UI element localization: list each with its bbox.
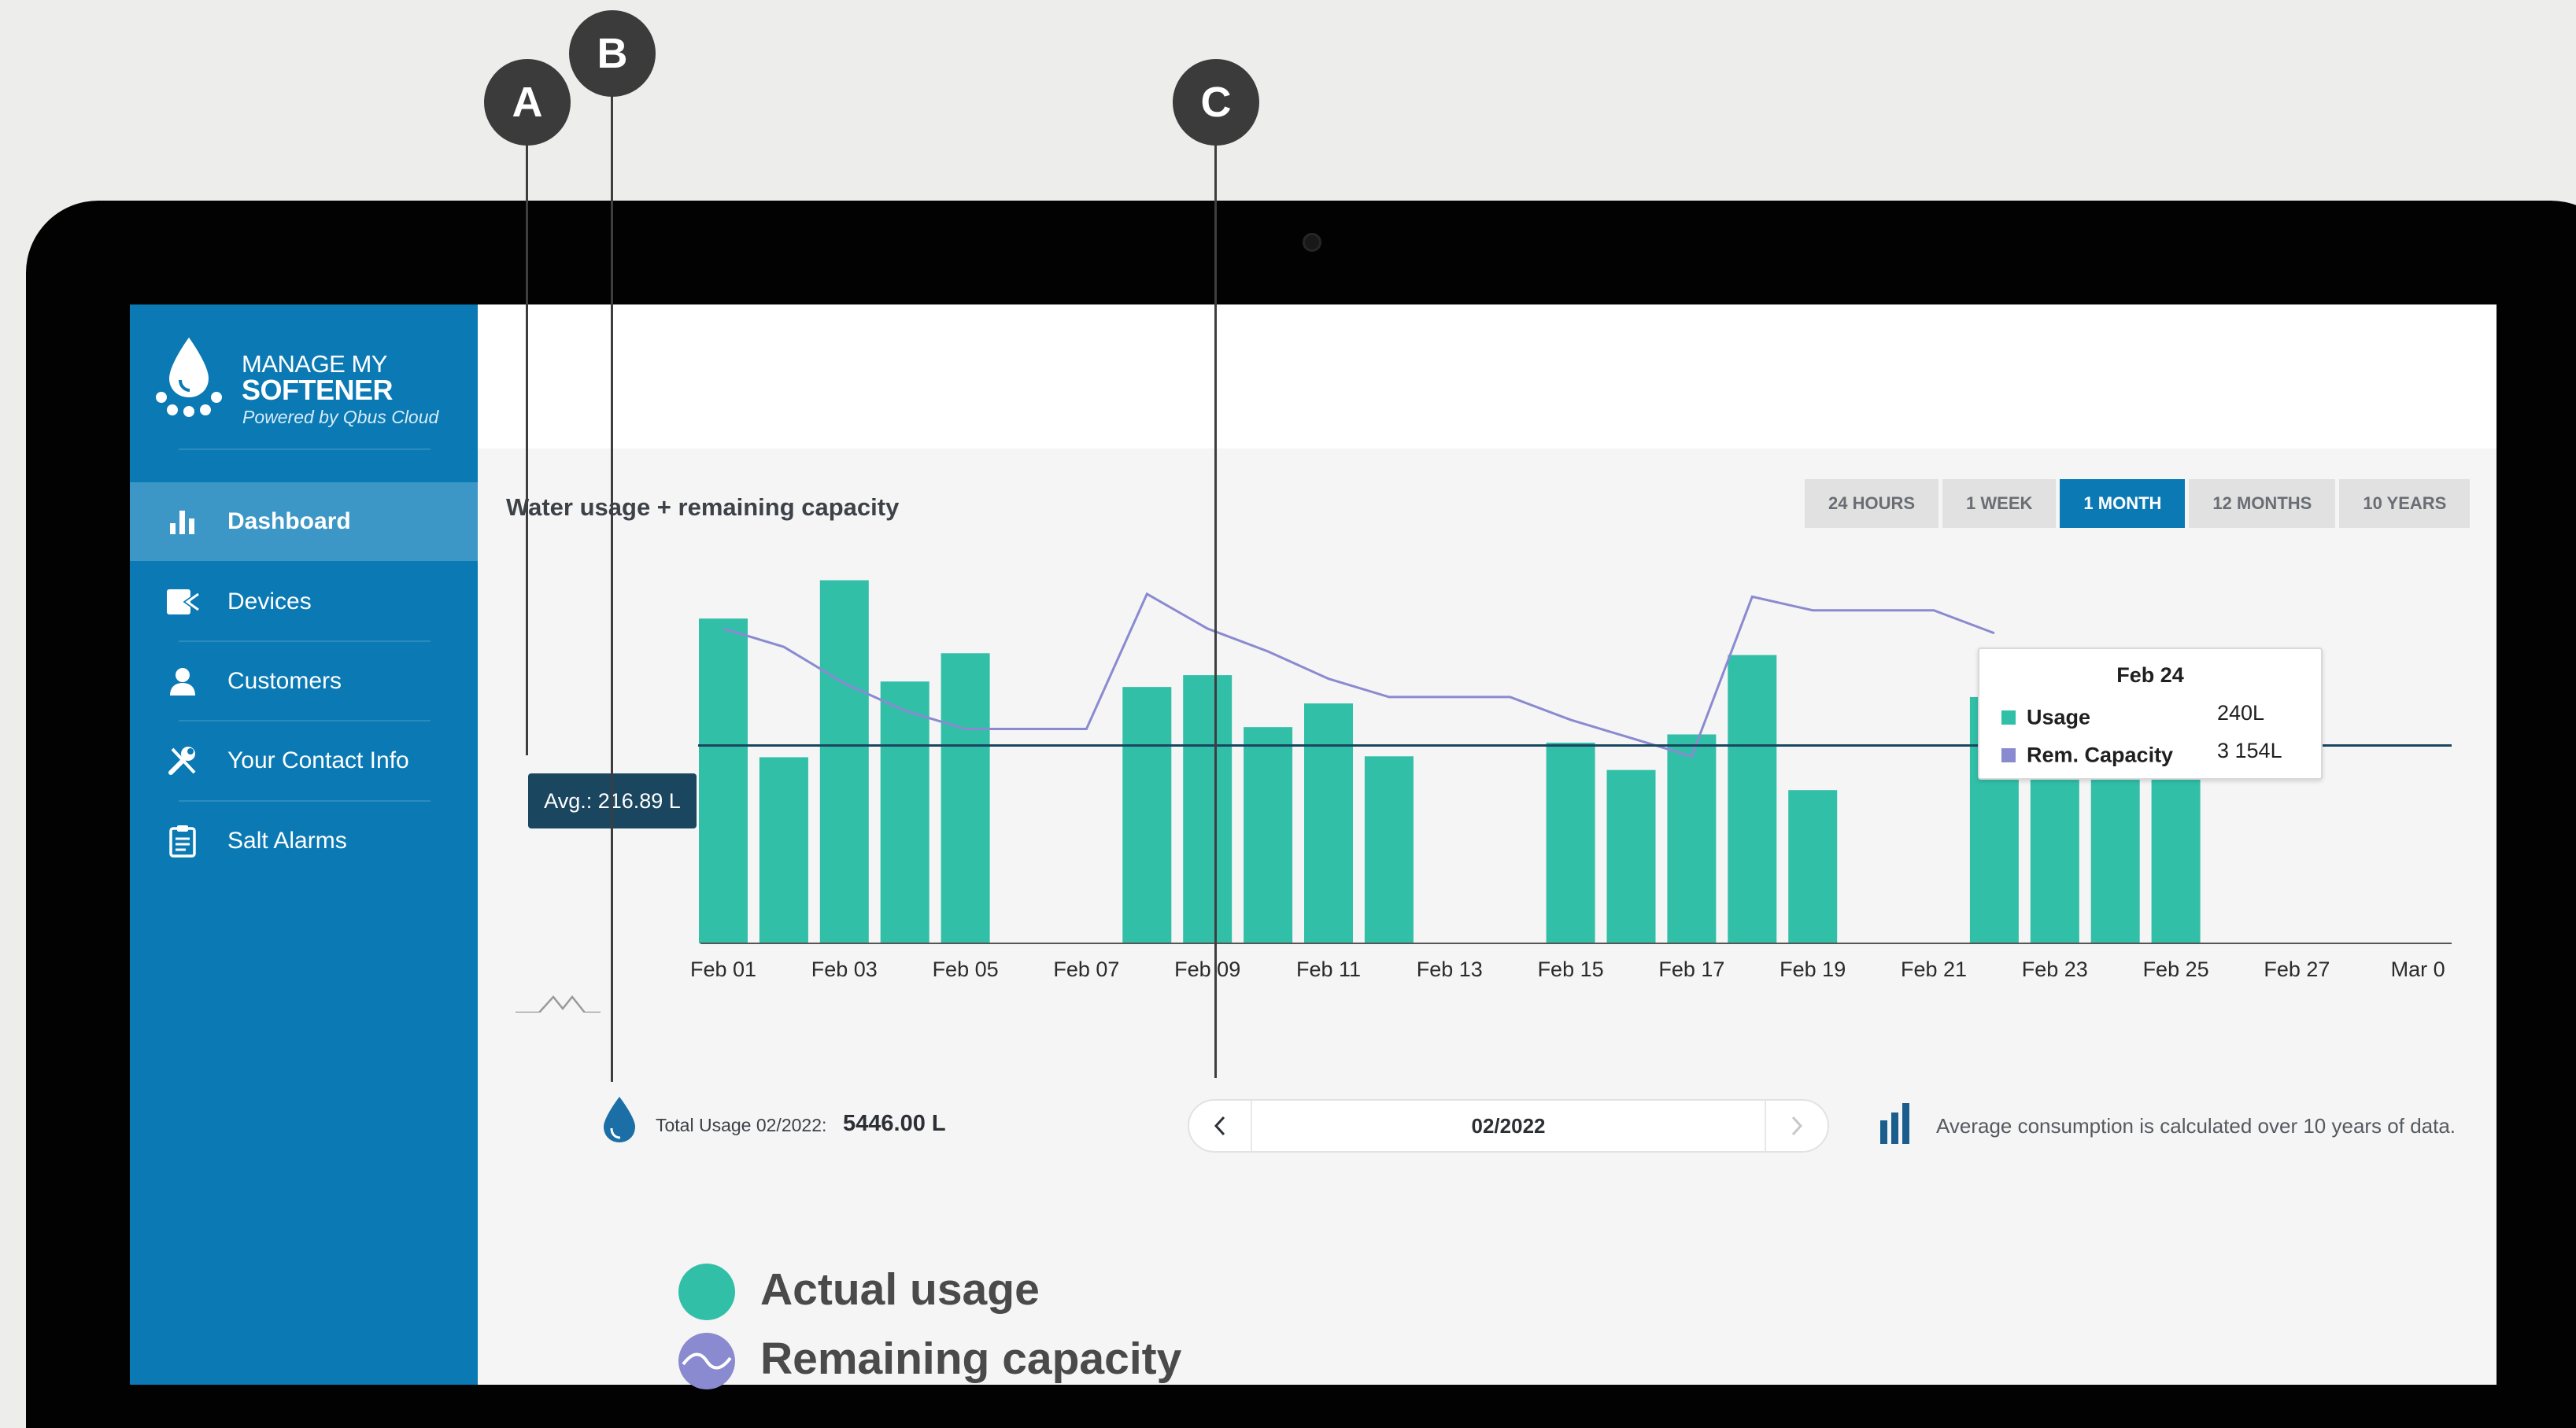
x-tick-label: Feb 23 (2022, 958, 2088, 981)
chevron-left-icon (1214, 1116, 1225, 1136)
callout-a: A (484, 59, 571, 146)
tooltip-usage-value: 240L (2217, 701, 2265, 725)
x-tick-label: Feb 09 (1174, 958, 1240, 981)
x-tick-label: Feb 17 (1658, 958, 1724, 981)
usage-bar[interactable] (941, 653, 990, 943)
app-screen: MANAGE MY SOFTENER Powered by Qbus Cloud… (130, 304, 2497, 1385)
usage-bar[interactable] (1364, 756, 1414, 943)
usage-bar[interactable] (1667, 734, 1717, 943)
tooltip-capacity-label: Rem. Capacity (2027, 743, 2174, 767)
usage-bar[interactable] (819, 580, 869, 943)
usage-bar[interactable] (880, 681, 930, 943)
usage-bar[interactable] (1788, 790, 1838, 943)
tooltip-usage-label: Usage (2027, 705, 2091, 729)
tooltip-capacity-value: 3 154L (2217, 739, 2282, 762)
next-month-button[interactable] (1765, 1101, 1828, 1151)
x-tick-label: Feb 03 (811, 958, 878, 981)
tooltip-date: Feb 24 (2116, 663, 2184, 687)
x-tick-label: Feb 19 (1780, 958, 1846, 981)
callout-b: B (569, 10, 656, 97)
actual-usage-legend-dot (678, 1264, 735, 1320)
x-tick-label: Mar 0 (2391, 958, 2445, 981)
x-tick-label: Feb 25 (2143, 958, 2209, 981)
usage-bar[interactable] (1546, 742, 1595, 943)
tooltip-capacity-row: Rem. Capacity (2001, 742, 2173, 767)
usage-bar[interactable] (699, 618, 748, 943)
callout-c: C (1173, 59, 1259, 146)
chevron-right-icon (1791, 1116, 1803, 1136)
usage-bar[interactable] (1244, 727, 1293, 943)
webcam (1303, 233, 1321, 252)
total-usage-label: Total Usage 02/2022: (656, 1115, 827, 1135)
x-axis-ticks: Feb 01 Feb 03 Feb 05 Feb 07 Feb 09 Feb 11 Feb … (690, 958, 2445, 981)
previous-month-button[interactable] (1189, 1101, 1252, 1151)
remaining-capacity-legend-label: Remaining capacity (760, 1334, 1182, 1384)
x-tick-label: Feb 27 (2264, 958, 2330, 981)
callout-a-line (526, 142, 528, 755)
current-month: 02/2022 (1471, 1113, 1546, 1138)
callout-c-line (1214, 142, 1217, 1078)
bar-series (699, 580, 2201, 943)
callout-b-line (611, 94, 613, 1082)
usage-bar[interactable] (1606, 769, 1656, 943)
chart-type-toggle-icon[interactable] (516, 994, 601, 1013)
x-tick-label: Feb 05 (933, 958, 999, 981)
usage-bar[interactable] (1304, 703, 1353, 943)
remaining-capacity-legend-dot (678, 1333, 735, 1389)
usage-bar[interactable] (1122, 687, 1172, 943)
chart-tooltip: Feb 24 Usage 240L Rem. Capacity 3 154L (1978, 648, 2323, 780)
total-usage-value: 5446.00 L (843, 1111, 946, 1136)
x-tick-label: Feb 21 (1901, 958, 1967, 981)
month-navigator: 02/2022 (1188, 1099, 1829, 1153)
x-tick-label: Feb 13 (1417, 958, 1483, 981)
x-tick-label: Feb 11 (1296, 958, 1361, 981)
x-tick-label: Feb 01 (690, 958, 756, 981)
usage-bar[interactable] (759, 757, 808, 943)
water-drop-icon (604, 1097, 635, 1142)
usage-swatch (2001, 710, 2016, 725)
tooltip-usage-row: Usage (2001, 704, 2090, 729)
average-bars-icon (1880, 1103, 1909, 1144)
capacity-swatch (2001, 747, 2016, 762)
actual-usage-legend-label: Actual usage (760, 1264, 1040, 1315)
usage-bar[interactable] (1728, 655, 1777, 943)
average-note: Average consumption is calculated over 1… (1936, 1114, 2456, 1138)
x-tick-label: Feb 07 (1053, 958, 1119, 981)
x-tick-label: Feb 15 (1538, 958, 1604, 981)
usage-bar[interactable] (1183, 675, 1233, 943)
